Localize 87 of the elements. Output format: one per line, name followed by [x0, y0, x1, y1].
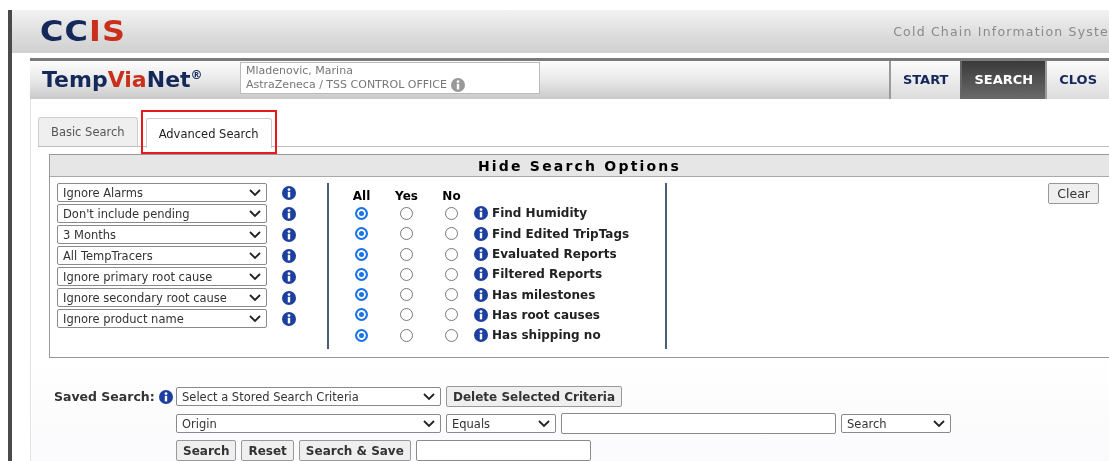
chevron-down-icon [538, 419, 550, 428]
input-field[interactable] [415, 440, 591, 461]
radio-button[interactable] [400, 247, 413, 261]
dropdown[interactable]: Select a Stored Search Criteria [176, 387, 441, 406]
action-button[interactable]: Reset [241, 440, 294, 461]
tab[interactable]: Basic Search [38, 117, 138, 146]
nav-button[interactable]: SEARCH [960, 60, 1046, 99]
clear-button[interactable]: Clear [1048, 183, 1099, 204]
dropdown[interactable]: Ignore secondary root cause [57, 288, 267, 307]
nav-button[interactable]: CLOS [1045, 60, 1109, 99]
radio-button[interactable] [445, 206, 458, 220]
chevron-down-icon [249, 188, 261, 197]
info-icon [282, 269, 296, 284]
radio-button[interactable] [445, 288, 458, 302]
chevron-down-icon [249, 314, 261, 323]
dropdown[interactable]: Search [841, 414, 951, 433]
radio-button[interactable] [445, 328, 458, 342]
chevron-down-icon [249, 293, 261, 302]
dropdown[interactable]: Ignore primary root cause [57, 267, 267, 286]
radio-button[interactable] [355, 288, 368, 302]
radio-button[interactable] [400, 288, 413, 302]
info-icon [282, 227, 296, 242]
radio-button[interactable] [355, 227, 368, 241]
chevron-down-icon [249, 209, 261, 218]
dropdown[interactable]: Don't include pending [57, 204, 267, 223]
option-label: Filtered Reports [492, 267, 603, 282]
dropdown[interactable]: 3 Months [57, 225, 267, 244]
info-icon [282, 185, 296, 200]
radio-button[interactable] [400, 267, 413, 281]
option-label: Evaluated Reports [492, 247, 617, 262]
info-icon [474, 328, 488, 343]
dropdown[interactable]: Origin [176, 414, 441, 433]
info-icon [474, 226, 488, 241]
option-label: Has shipping no [492, 328, 601, 343]
radio-button[interactable] [445, 308, 458, 322]
logo: CC IS [40, 14, 127, 49]
info-icon [474, 287, 488, 302]
radio-button[interactable] [400, 227, 413, 241]
tagline: Cold Chain Information Syste [893, 23, 1109, 39]
radio-button[interactable] [355, 267, 368, 281]
panel-title[interactable]: Hide Search Options [477, 157, 682, 174]
dropdown[interactable]: All TempTracers [57, 246, 267, 265]
info-icon [282, 248, 296, 263]
radio-button[interactable] [445, 247, 458, 261]
chevron-down-icon [423, 419, 435, 428]
chevron-down-icon [423, 392, 435, 401]
brand-logo: TempViaNet$^{®}$ [41, 67, 204, 93]
radio-button[interactable] [355, 206, 368, 220]
info-icon [158, 389, 173, 404]
input-field[interactable] [561, 413, 836, 434]
info-icon [282, 311, 296, 326]
option-label: Find Humidity [492, 206, 588, 221]
dropdown[interactable]: Ignore Alarms [57, 183, 267, 202]
chevron-down-icon [249, 230, 261, 239]
radio-button[interactable] [355, 308, 368, 322]
option-label: Has root causes [492, 307, 600, 322]
radio-button[interactable] [400, 206, 413, 220]
info-icon [282, 206, 296, 221]
user-name: Mladenovic, Marina [246, 63, 353, 78]
tab[interactable]: Advanced Search [145, 118, 272, 148]
field-label: Saved Search: [54, 389, 155, 404]
organization: AstraZeneca / TSS CONTROL OFFICE [246, 77, 447, 92]
option-label: Has milestones [492, 287, 596, 302]
info-icon [474, 307, 488, 322]
delete-button[interactable]: Delete Selected Criteria [446, 386, 623, 407]
radio-button[interactable] [445, 227, 458, 241]
radio-button[interactable] [355, 328, 368, 342]
action-button[interactable]: Search & Save [298, 440, 411, 461]
column-header: No [441, 190, 462, 204]
radio-button[interactable] [400, 328, 413, 342]
nav-button[interactable]: START [888, 60, 961, 99]
column-header: All [351, 190, 372, 204]
dropdown[interactable]: Equals [446, 414, 556, 433]
action-button[interactable]: Search [176, 440, 237, 461]
option-label: Find Edited TripTags [492, 226, 630, 241]
chevron-down-icon [249, 251, 261, 260]
radio-button[interactable] [355, 247, 368, 261]
column-header: Yes [394, 190, 419, 204]
radio-button[interactable] [445, 267, 458, 281]
info-icon [474, 206, 488, 221]
info-icon [282, 290, 296, 305]
info-icon [474, 247, 488, 262]
chevron-down-icon [249, 272, 261, 281]
info-icon [474, 267, 488, 282]
dropdown[interactable]: Ignore product name [57, 309, 267, 328]
radio-button[interactable] [400, 308, 413, 322]
chevron-down-icon [933, 419, 945, 428]
